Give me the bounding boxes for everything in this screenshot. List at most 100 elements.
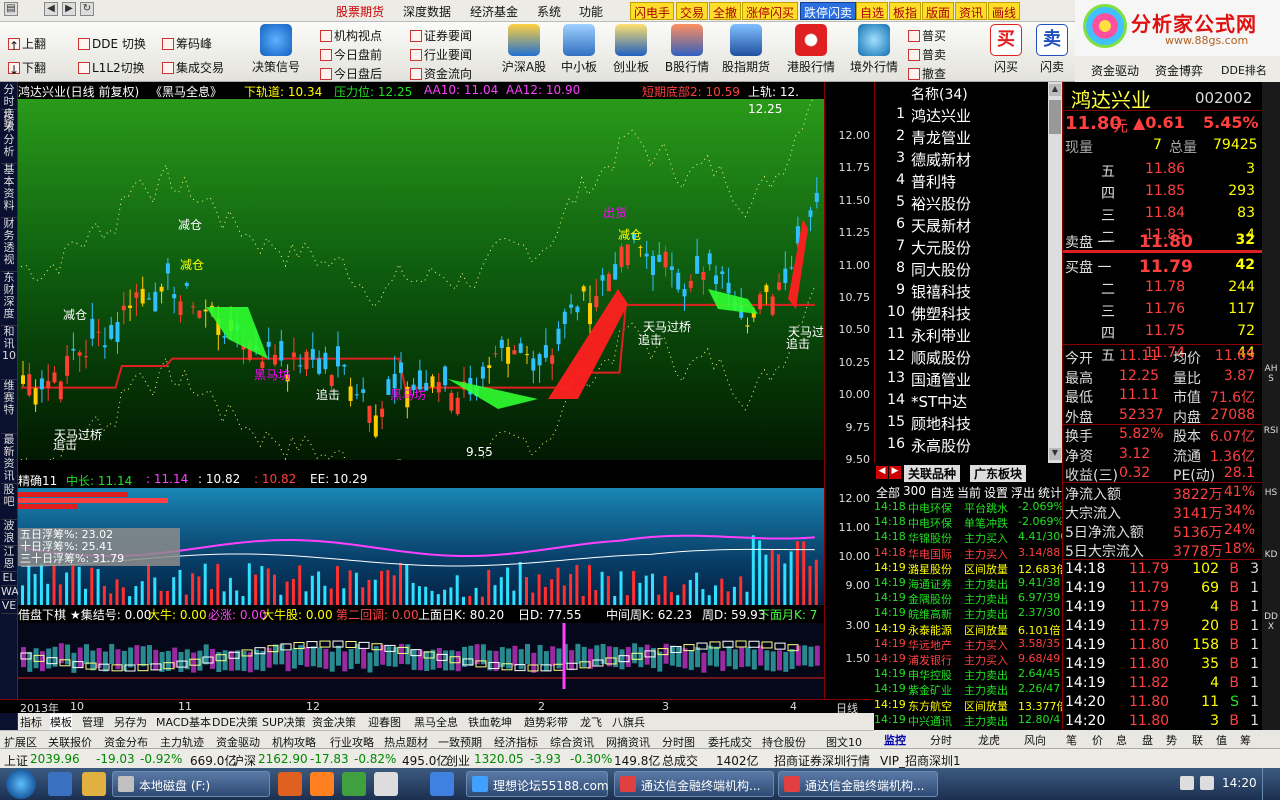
tab-guangdong[interactable]: 广东板块	[970, 465, 1027, 482]
forward-icon[interactable]: ▶	[62, 2, 76, 16]
bottom-right-tab-11[interactable]: 筹	[1240, 732, 1251, 748]
monitor-row[interactable]: 14:19 申华控股 主力卖出 2.64/45	[874, 667, 1062, 682]
index-button[interactable]: 板指	[889, 2, 922, 20]
scroll-up-icon[interactable]: ▲	[1049, 84, 1061, 96]
left-tab-3[interactable]: 财务透视	[1, 218, 17, 272]
dde-switch-button[interactable]: DDE 切换	[78, 35, 146, 52]
ie-icon[interactable]	[48, 772, 72, 796]
overseas-button[interactable]: 境外行情	[844, 24, 904, 75]
monitor-row[interactable]: 14:18 华电国际 主力买入 3.14/88	[874, 546, 1062, 561]
task-forum[interactable]: 理想论坛55188.com	[466, 771, 609, 797]
task-tdx-1[interactable]: 通达信金融终端机构...	[614, 771, 774, 797]
left-tab-13[interactable]: VE	[1, 600, 17, 614]
formula-tab-6[interactable]: SUP决策	[262, 714, 306, 730]
list-item[interactable]: 7 大元股份	[875, 235, 1063, 257]
monitor-row[interactable]: 14:18 中电环保 平台跳水 -2.069%	[874, 500, 1062, 515]
bottom-right-tab-8[interactable]: 势	[1166, 732, 1177, 748]
hk-stocks-button[interactable]: 港股行情	[781, 24, 841, 75]
left-tab-11[interactable]: EL	[1, 572, 17, 586]
main-kline-chart[interactable]: 减仓减仓减仓减仓出货天马过桥天马过桥天马过桥黑马坊黑马坊追击追击追击追击9.55…	[18, 93, 836, 501]
monitor-tab[interactable]: 当前	[957, 484, 981, 501]
list-item[interactable]: 11 永利带业	[875, 323, 1063, 345]
right-tab-2[interactable]: HS	[1263, 488, 1279, 498]
monitor-tab[interactable]: 300	[903, 484, 926, 498]
fund-game-button[interactable]: 资金博弈	[1155, 62, 1203, 79]
monitor-row[interactable]: 14:19 华远地产 主力买入 3.58/35	[874, 637, 1062, 652]
b-share-button[interactable]: B股行情	[657, 24, 717, 75]
music-icon[interactable]	[310, 772, 334, 796]
limit-up-buy-button[interactable]: 涨停闪买	[742, 2, 799, 20]
flash-hand-button[interactable]: 闪电手	[630, 2, 675, 20]
formula-tab-12[interactable]: 龙飞	[580, 714, 602, 730]
index-futures-button[interactable]: 股指期货	[716, 24, 776, 75]
right-tab-3[interactable]: KD	[1263, 550, 1279, 560]
formula-tab-7[interactable]: 资金决策	[312, 714, 356, 730]
media-icon[interactable]	[278, 772, 302, 796]
list-item[interactable]: 5 裕兴股份	[875, 191, 1063, 213]
indicator1-panel[interactable]: 五日浮筹%: 23.02 十日浮筹%: 25.41 三十日浮筹%: 31.79	[18, 488, 824, 605]
monitor-row[interactable]: 14:18华锦股份主力买入 4.41/300	[874, 530, 1062, 545]
tab-related[interactable]: 关联品种	[904, 465, 961, 482]
page-down-button[interactable]: ↓ 下翻	[8, 59, 46, 77]
list-item[interactable]: 12 顺威股份	[875, 345, 1063, 367]
bid-level[interactable]: 二 11.78 244	[1063, 277, 1263, 298]
dde-rank-button[interactable]: DDE排名	[1221, 62, 1267, 78]
monitor-row[interactable]: 14:19 金隅股份 主力卖出 6.97/39	[874, 591, 1062, 606]
decision-signal-button[interactable]: 决策信号	[246, 24, 306, 75]
bottom-right-tab-9[interactable]: 联	[1192, 732, 1203, 748]
institution-view-button[interactable]: 机构视点	[320, 27, 382, 44]
watchlist-button[interactable]: 自选	[856, 2, 889, 20]
left-tab-4[interactable]: 东财深度	[1, 272, 17, 326]
list-item[interactable]: 13 国通管业	[875, 367, 1063, 389]
list-item[interactable]: 9 银禧科技	[875, 279, 1063, 301]
left-tab-6[interactable]: 维赛特	[1, 380, 17, 434]
scroll-thumb[interactable]	[1049, 100, 1061, 134]
monitor-row[interactable]: 14:19东方航空区间放量 13.377倍	[874, 698, 1062, 713]
monitor-tab[interactable]: 设置	[984, 484, 1008, 501]
ask-level[interactable]: 五 11.86 3	[1063, 159, 1263, 180]
left-tab-8[interactable]: 股吧	[1, 484, 17, 520]
app2-icon[interactable]	[374, 772, 398, 796]
list-item[interactable]: 1 鸿达兴业	[875, 103, 1063, 125]
clock[interactable]: 14:20	[1222, 776, 1257, 790]
layout-button[interactable]: 版面	[922, 2, 955, 20]
monitor-tab[interactable]: 自选	[930, 484, 954, 501]
menu-functions[interactable]: 功能	[579, 3, 603, 20]
formula-tab-5[interactable]: DDE决策	[212, 714, 258, 730]
task-tdx-2[interactable]: 通达信金融终端机构...	[778, 771, 938, 797]
gem-board-button[interactable]: 创业板	[601, 24, 661, 75]
task-local-disk[interactable]: 本地磁盘 (F:)	[112, 771, 270, 797]
monitor-row[interactable]: 14:19 浦发银行 主力买入 9.68/49	[874, 652, 1062, 667]
ask-level[interactable]: 四 11.85 293	[1063, 181, 1263, 202]
monitor-row[interactable]: 14:19潞星股份区间放量 12.683倍	[874, 561, 1062, 576]
integrated-trade-button[interactable]: 集成交易	[162, 59, 224, 76]
formula-tab-8[interactable]: 迎春图	[368, 714, 401, 730]
cancel-query-button[interactable]: 撤查	[908, 65, 946, 82]
trade-button[interactable]: 交易	[676, 2, 709, 20]
left-tab-10[interactable]: 江恩	[1, 546, 17, 572]
refresh-icon[interactable]: ↻	[80, 2, 94, 16]
app-menu-icon[interactable]: ▤	[4, 2, 18, 16]
left-tab-9[interactable]: 波浪	[1, 520, 17, 546]
formula-name[interactable]: 《黑马全息》	[150, 83, 222, 100]
list-item[interactable]: 2 青龙管业	[875, 125, 1063, 147]
bottom-right-tab-1[interactable]: 分时	[930, 732, 952, 748]
shsz-a-button[interactable]: 沪深A股	[494, 24, 554, 75]
prev-tab-icon[interactable]: ◀	[876, 466, 888, 479]
securities-news-button[interactable]: 证券要闻	[410, 27, 472, 44]
page-up-button[interactable]: ↑ 上翻	[8, 35, 46, 53]
formula-tab-0[interactable]: 指标	[20, 714, 42, 730]
formula-tab-4[interactable]: MACD基本	[156, 714, 211, 730]
formula-tab-3[interactable]: 另存为	[114, 714, 147, 730]
menu-system[interactable]: 系统	[537, 3, 561, 20]
monitor-row[interactable]: 14:19 皖维高新 主力卖出 2.37/30	[874, 606, 1062, 621]
bottom-right-tab-6[interactable]: 息	[1116, 732, 1127, 748]
industry-news-button[interactable]: 行业要闻	[410, 46, 472, 63]
normal-sell-button[interactable]: 普卖	[908, 46, 946, 63]
left-tab-0[interactable]: 分时走势	[1, 84, 17, 132]
indicator2-panel[interactable]	[18, 623, 824, 699]
volume-icon[interactable]	[1200, 776, 1214, 790]
bid-level-1[interactable]: 买盘 一 11.79 42	[1063, 255, 1263, 277]
left-tab-7[interactable]: 最新资讯	[1, 434, 17, 484]
monitor-tab[interactable]: 浮出	[1011, 484, 1035, 501]
